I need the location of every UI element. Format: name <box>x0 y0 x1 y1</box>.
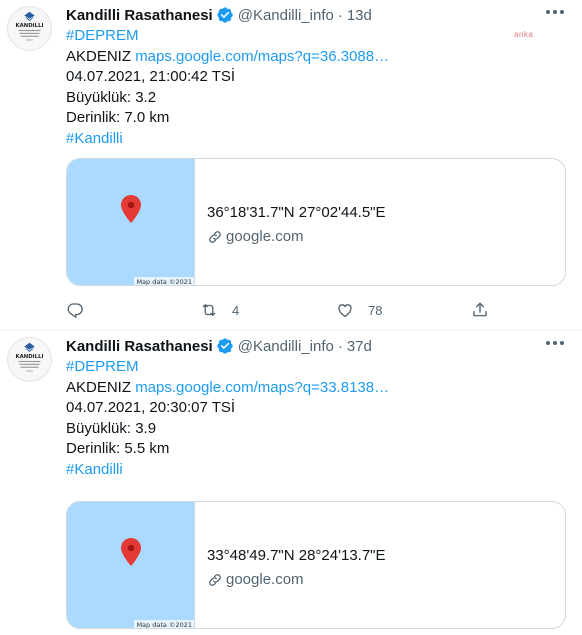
retweet-button[interactable]: 4 <box>200 298 239 322</box>
tweet-text: #DEPREM AKDENIZ maps.google.com/maps?q=3… <box>66 26 566 149</box>
region-text: AKDENIZ <box>66 47 132 65</box>
tweet-header: Kandilli Rasathanesi @Kandilli_info · 13… <box>66 4 372 26</box>
depth-text: Derinlik: 5.5 km <box>66 440 170 457</box>
more-icon[interactable] <box>546 341 564 347</box>
hashtag-deprem[interactable]: #DEPREM <box>66 26 566 47</box>
tweet-header: Kandilli Rasathanesi @Kandilli_info · 37… <box>66 335 372 357</box>
tweet-text: #DEPREM AKDENIZ maps.google.com/maps?q=3… <box>66 357 566 480</box>
link-icon <box>209 231 221 243</box>
verified-badge-icon <box>216 337 234 355</box>
more-icon[interactable] <box>546 10 564 16</box>
reply-icon <box>67 303 83 319</box>
hashtag-kandilli[interactable]: #Kandilli <box>66 460 566 481</box>
tweet-timestamp[interactable]: 13d <box>347 7 372 24</box>
tweet-timestamp[interactable]: 37d <box>347 338 372 355</box>
hashtag-kandilli[interactable]: #Kandilli <box>66 129 566 150</box>
datetime-text: 04.07.2021, 21:00:42 TSİ <box>66 68 236 85</box>
reply-button[interactable] <box>66 298 98 322</box>
card-coordinates: 33°48'49.7"N 28°24'13.7"E <box>207 547 386 564</box>
like-count: 78 <box>368 302 383 318</box>
map-thumbnail: Map data ©2021 <box>67 502 195 629</box>
link-card[interactable]: Map data ©2021 33°48'49.7"N 28°24'13.7"E… <box>66 501 566 629</box>
account-handle[interactable]: @Kandilli_info <box>238 338 334 355</box>
separator-dot: · <box>337 6 343 24</box>
account-name[interactable]: Kandilli Rasathanesi <box>66 7 213 24</box>
card-coordinates: 36°18'31.7"N 27°02'44.5"E <box>207 204 386 221</box>
map-link[interactable]: maps.google.com/maps?q=33.8138… <box>135 379 389 396</box>
like-button[interactable]: 78 <box>336 298 382 322</box>
tweet-2[interactable]: KANDILLI Kandilli Rasathanesi @Kandilli_… <box>0 331 582 635</box>
datetime-text: 04.07.2021, 20:30:07 TSİ <box>66 399 236 416</box>
link-icon <box>209 574 221 586</box>
avatar-logo-text: KANDILLI <box>16 354 44 360</box>
magnitude-text: Büyüklük: 3.2 <box>66 88 157 106</box>
map-pin-icon <box>121 195 141 223</box>
region-text: AKDENIZ <box>66 378 132 396</box>
depth-text: Derinlik: 7.0 km <box>66 109 170 126</box>
avatar-logo-text: KANDILLI <box>16 23 44 29</box>
link-card[interactable]: Map data ©2021 36°18'31.7"N 27°02'44.5"E… <box>66 158 566 286</box>
card-domain: google.com <box>226 228 304 245</box>
account-handle[interactable]: @Kandilli_info <box>238 7 334 24</box>
share-icon <box>473 302 487 317</box>
map-thumbnail: Map data ©2021 <box>67 159 195 286</box>
retweet-count: 4 <box>232 302 240 318</box>
avatar[interactable]: KANDILLI <box>7 6 52 51</box>
tweet-1[interactable]: KANDILLI Kandilli Rasathanesi @Kandilli_… <box>0 0 582 331</box>
retweet-icon <box>202 304 216 316</box>
like-icon <box>338 304 352 318</box>
map-credit: Map data ©2021 <box>134 277 194 286</box>
map-link[interactable]: maps.google.com/maps?q=36.3088… <box>135 48 389 65</box>
card-domain: google.com <box>226 571 304 588</box>
tweet-actions: 4 78 <box>66 298 496 322</box>
separator-dot: · <box>337 337 343 355</box>
hashtag-deprem[interactable]: #DEPREM <box>66 357 566 378</box>
account-name[interactable]: Kandilli Rasathanesi <box>66 338 213 355</box>
verified-badge-icon <box>216 6 234 24</box>
magnitude-text: Büyüklük: 3.9 <box>66 419 157 437</box>
map-pin-icon <box>121 538 141 566</box>
share-button[interactable] <box>471 298 489 322</box>
avatar[interactable]: KANDILLI <box>7 337 52 382</box>
map-credit: Map data ©2021 <box>134 620 194 629</box>
